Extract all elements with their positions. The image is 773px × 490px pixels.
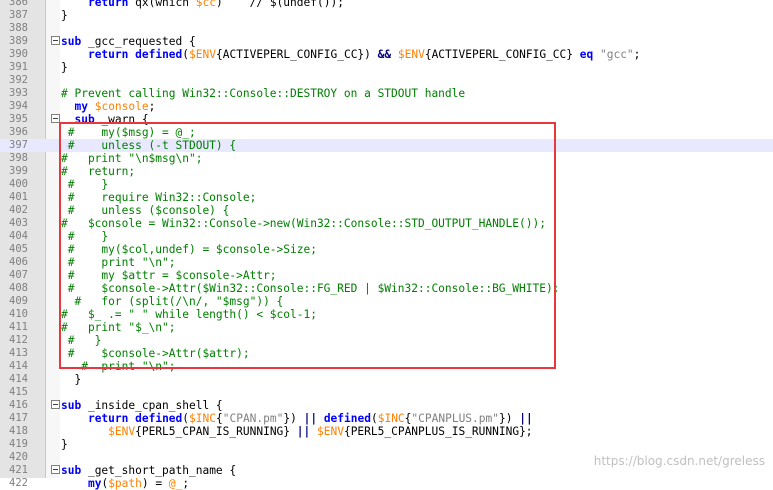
line-number: 408	[9, 282, 28, 294]
code-text: return defined($ENV{ACTIVEPERL_CONFIG_CC…	[87, 48, 641, 61]
line-number: 387	[9, 9, 28, 21]
line-number: 419	[9, 438, 28, 450]
code-line[interactable]: 387}	[0, 9, 773, 22]
line-number: 422	[9, 477, 28, 489]
line-number: 403	[9, 217, 28, 229]
line-number: 398	[9, 152, 28, 164]
line-number: 414	[9, 360, 28, 372]
line-number: 418	[9, 425, 28, 437]
code-text: sub _inside_cpan_shell {	[61, 399, 223, 412]
line-number: 393	[9, 87, 28, 99]
line-number: 406	[9, 256, 28, 268]
code-line[interactable]: 393 # Prevent calling Win32::Console::DES…	[0, 87, 773, 100]
line-number: 402	[9, 204, 28, 216]
line-number: 389	[9, 35, 28, 47]
line-number: 417	[9, 412, 28, 424]
line-number: 404	[9, 230, 28, 242]
code-line[interactable]: 388	[0, 22, 773, 35]
code-text: }	[61, 438, 68, 451]
line-number: 386	[9, 0, 28, 8]
line-number: 395	[9, 113, 28, 125]
line-number: 397	[9, 139, 28, 151]
watermark: https://blog.csdn.net/greless	[593, 454, 765, 468]
code-line[interactable]: 394 my $console;	[0, 100, 773, 113]
line-number: 388	[9, 22, 28, 34]
code-line[interactable]: 422 my($path) = @_;	[0, 477, 773, 490]
code-line[interactable]: 418 $ENV{PERL5_CPAN_IS_RUNNING} || $ENV{…	[0, 425, 773, 438]
line-number: 410	[9, 308, 28, 320]
line-number: 415	[9, 386, 28, 398]
line-number: 416	[9, 399, 28, 411]
line-number: 412	[9, 334, 28, 346]
line-number: 396	[9, 126, 28, 138]
code-line[interactable]: 386 return qx(which $cc) // $(undef());	[0, 0, 773, 9]
line-number: 407	[9, 269, 28, 281]
code-text: sub _get_short_path_name {	[61, 464, 237, 477]
code-line[interactable]: 419}	[0, 438, 773, 451]
line-number: 405	[9, 243, 28, 255]
code-text: return qx(which $cc) // $(undef());	[87, 0, 344, 9]
annotation-highlight-box	[59, 122, 556, 369]
code-text: }	[61, 373, 82, 386]
code-text: my $console;	[74, 100, 156, 113]
code-text: sub _gcc_requested {	[61, 35, 196, 48]
line-number: 414	[9, 373, 28, 385]
code-line[interactable]: 414 }	[0, 373, 773, 386]
code-line[interactable]: 389 sub _gcc_requested {	[0, 35, 773, 48]
line-number: 391	[9, 61, 28, 73]
fold-toggle-icon[interactable]	[51, 36, 60, 45]
line-number: 413	[9, 347, 28, 359]
code-line[interactable]: 392	[0, 74, 773, 87]
line-number: 394	[9, 100, 28, 112]
code-text: }	[61, 61, 68, 74]
line-number: 409	[9, 295, 28, 307]
code-text: return defined($INC{"CPAN.pm"}) || defin…	[87, 412, 533, 425]
code-line[interactable]: 416 sub _inside_cpan_shell {	[0, 399, 773, 412]
code-text: my($path) = @_;	[87, 477, 190, 490]
line-number: 421	[9, 464, 28, 476]
fold-toggle-icon[interactable]	[51, 465, 60, 474]
code-text: }	[61, 9, 68, 22]
line-number: 390	[9, 48, 28, 60]
code-line[interactable]: 417 return defined($INC{"CPAN.pm"}) || d…	[0, 412, 773, 425]
code-line[interactable]: 390 return defined($ENV{ACTIVEPERL_CONFI…	[0, 48, 773, 61]
code-text: $ENV{PERL5_CPAN_IS_RUNNING} || $ENV{PERL…	[108, 425, 533, 438]
line-number: 400	[9, 178, 28, 190]
line-number: 401	[9, 191, 28, 203]
code-text: # Prevent calling Win32::Console::DESTRO…	[61, 87, 466, 100]
code-line[interactable]: 391}	[0, 61, 773, 74]
code-line[interactable]: 415	[0, 386, 773, 399]
line-number: 399	[9, 165, 28, 177]
line-number: 392	[9, 74, 28, 86]
line-number: 411	[9, 321, 28, 333]
line-number: 420	[9, 451, 28, 463]
fold-toggle-icon[interactable]	[51, 400, 60, 409]
